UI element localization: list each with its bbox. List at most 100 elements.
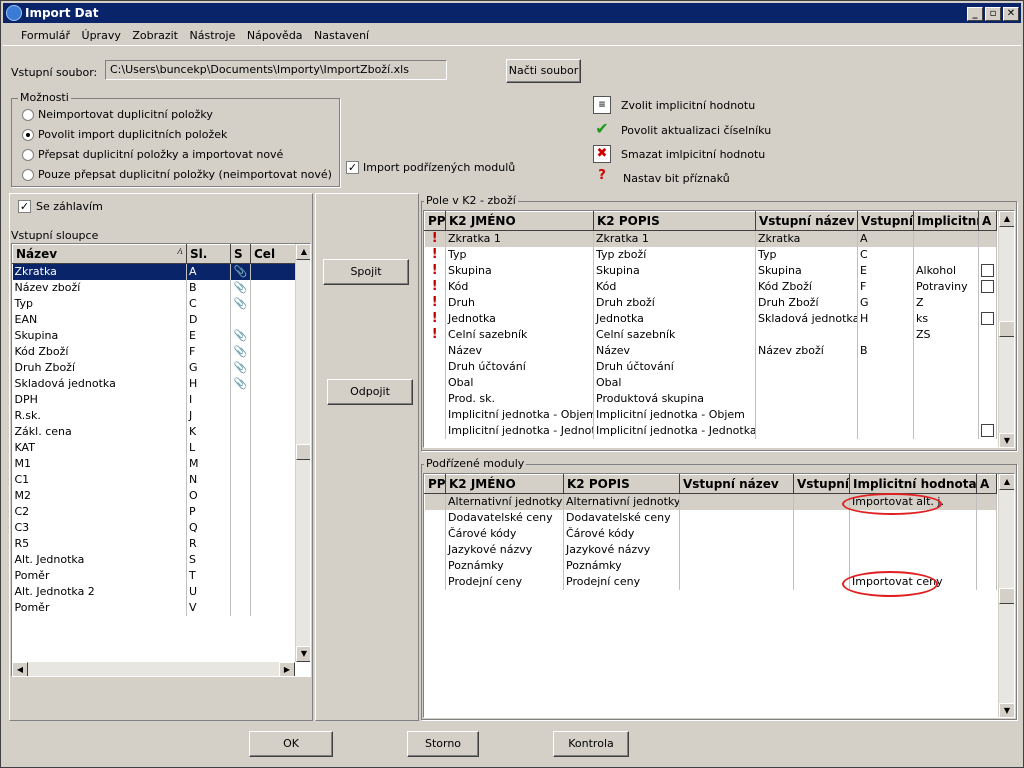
close-button[interactable]: ✕ — [1003, 7, 1019, 21]
table-row[interactable]: Obal Obal — [424, 374, 997, 391]
table-row[interactable]: C2 P — [12, 503, 297, 520]
input-columns-vscroll[interactable]: ▲ ▼ — [295, 244, 310, 662]
table-row[interactable]: Poměr V — [12, 599, 297, 616]
table-row[interactable]: KAT L — [12, 439, 297, 456]
table-row[interactable]: ! Zkratka 1 Zkratka 1 Zkratka A — [424, 230, 997, 247]
table-row[interactable]: ! Skupina Skupina Skupina E Alkohol — [424, 262, 997, 279]
table-row[interactable]: R.sk. J — [12, 407, 297, 424]
scroll-down-icon[interactable]: ▼ — [999, 433, 1014, 447]
col-header[interactable]: Implicitní — [913, 211, 979, 231]
file-path-field[interactable]: C:\Users\buncekp\Documents\Importy\Impor… — [105, 60, 447, 80]
option-label[interactable]: Povolit import duplicitních položek — [38, 128, 227, 141]
checkmark-icon[interactable]: ✔ — [593, 121, 611, 139]
menu-nastroje[interactable]: Nástroje — [186, 26, 240, 45]
option-label[interactable]: Přepsat duplicitní položky a importovat … — [38, 148, 283, 161]
cancel-button[interactable]: Storno — [407, 731, 479, 757]
import-submodules-checkbox[interactable]: ✓ — [346, 161, 359, 174]
set-default-label[interactable]: Zvolit implicitní hodnotu — [621, 99, 755, 112]
table-row[interactable]: Alt. Jednotka S — [12, 551, 297, 568]
col-header[interactable]: Vstupní — [857, 211, 914, 231]
table-row[interactable]: Zkratka A 📎 — [12, 263, 297, 280]
table-row[interactable]: R5 R — [12, 535, 297, 552]
table-row[interactable]: C1 N — [12, 471, 297, 488]
menu-upravy[interactable]: Úpravy — [78, 26, 125, 45]
option-label[interactable]: Pouze přepsat duplicitní položky (neimpo… — [38, 168, 332, 181]
red-x-icon[interactable]: ✖ — [593, 145, 611, 163]
table-row[interactable]: Jazykové názvy Jazykové názvy — [424, 541, 997, 558]
question-icon[interactable]: ? — [593, 168, 611, 186]
table-row[interactable]: ! Celní sazebník Celní sazebník ZS — [424, 326, 997, 343]
menu-nastaveni[interactable]: Nastavení — [310, 26, 373, 45]
flag-checkbox-box[interactable] — [981, 312, 994, 326]
scroll-right-icon[interactable]: ▶ — [279, 662, 295, 676]
table-row[interactable]: Poměr T — [12, 567, 297, 584]
col-header[interactable]: Vstupní název — [755, 211, 858, 231]
table-row[interactable]: Prod. sk. Produktová skupina — [424, 390, 997, 407]
table-row[interactable]: DPH I — [12, 391, 297, 408]
scroll-up-icon[interactable]: ▲ — [999, 211, 1014, 227]
col-header[interactable]: Vstupní — [793, 474, 850, 494]
menu-formular[interactable]: Formulář — [17, 26, 74, 45]
table-row[interactable]: Alt. Jednotka 2U — [12, 583, 297, 600]
table-row[interactable]: ! Typ Typ zboží Typ C — [424, 246, 997, 263]
k2-fields-vscroll[interactable]: ▲ ▼ — [998, 211, 1014, 447]
scroll-up-icon[interactable]: ▲ — [296, 244, 310, 260]
scroll-up-icon[interactable]: ▲ — [999, 474, 1014, 490]
option-radio[interactable] — [22, 149, 34, 161]
scroll-thumb[interactable] — [296, 444, 310, 460]
header-checkbox[interactable]: ✓ — [18, 200, 31, 213]
table-row[interactable]: ! Kód Kód Kód Zboží F Potraviny — [424, 278, 997, 295]
table-row[interactable]: Čárové kódy Čárové kódy — [424, 525, 997, 542]
set-flag-label[interactable]: Nastav bit příznaků — [623, 172, 730, 185]
table-row[interactable]: ! Jednotka Jednotka Skladová jednotka Hks — [424, 310, 997, 327]
scroll-down-icon[interactable]: ▼ — [296, 646, 310, 662]
col-header[interactable]: A — [976, 474, 997, 494]
table-row[interactable]: Implicitní jednotka - Jednot... Implicitn… — [424, 422, 997, 439]
delete-default-label[interactable]: Smazat imlpicitní hodnotu — [621, 148, 765, 161]
maximize-button[interactable]: ▫ — [985, 7, 1001, 21]
col-header[interactable]: Vstupní název — [679, 474, 794, 494]
table-row[interactable]: Skladová jednotka H 📎 — [12, 375, 297, 392]
table-row[interactable]: Zákl. cena K — [12, 423, 297, 440]
table-row[interactable]: Implicitní jednotka - Objem Implicitní je… — [424, 406, 997, 423]
col-header[interactable]: K2 JMÉNO — [445, 474, 564, 494]
table-row[interactable]: ! Druh Druh zboží Druh Zboží G Z — [424, 294, 997, 311]
col-header-cel[interactable]: Cel — [250, 244, 297, 264]
table-row[interactable]: Název Název Název zboží B — [424, 342, 997, 359]
col-header[interactable]: K2 POPIS — [563, 474, 680, 494]
table-row[interactable]: Typ C 📎 — [12, 295, 297, 312]
table-row[interactable]: Druh účtování Druh účtování — [424, 358, 997, 375]
table-row[interactable]: Druh Zboží G 📎 — [12, 359, 297, 376]
minimize-button[interactable]: _ — [967, 7, 983, 21]
col-header[interactable]: A — [978, 211, 997, 231]
scroll-left-icon[interactable]: ◀ — [12, 662, 28, 676]
menu-zobrazit[interactable]: Zobrazit — [128, 26, 182, 45]
col-header[interactable]: PP — [424, 474, 446, 494]
option-label[interactable]: Neimportovat duplicitní položky — [38, 108, 213, 121]
col-header[interactable]: K2 JMÉNO — [445, 211, 594, 231]
table-row[interactable]: C3 Q — [12, 519, 297, 536]
col-header-s[interactable]: S — [230, 244, 251, 264]
scroll-thumb[interactable] — [999, 588, 1014, 604]
load-file-button[interactable]: Načti soubor — [506, 59, 581, 83]
flag-checkbox-box[interactable] — [981, 424, 994, 438]
flag-checkbox-box[interactable] — [981, 264, 994, 278]
option-radio[interactable] — [22, 109, 34, 121]
check-button[interactable]: Kontrola — [553, 731, 629, 757]
flag-checkbox-box[interactable] — [981, 280, 994, 294]
menu-napoveda[interactable]: Nápověda — [243, 26, 307, 45]
document-icon[interactable]: ≡ — [593, 96, 611, 114]
col-header-col[interactable]: Sl. — [186, 244, 231, 264]
ok-button[interactable]: OK — [249, 731, 333, 757]
col-header-name[interactable]: Název ⁄₁ — [12, 244, 187, 264]
option-radio[interactable] — [22, 129, 34, 141]
scroll-thumb[interactable] — [999, 321, 1014, 337]
option-radio[interactable] — [22, 169, 34, 181]
table-row[interactable]: Poznámky Poznámky — [424, 557, 997, 574]
table-row[interactable]: EAN D — [12, 311, 297, 328]
join-button[interactable]: Spojit — [323, 259, 409, 285]
scroll-down-icon[interactable]: ▼ — [999, 703, 1014, 717]
table-row[interactable]: Název zboží B 📎 — [12, 279, 297, 296]
submodules-vscroll[interactable]: ▲ ▼ — [998, 474, 1014, 717]
table-row[interactable]: M1 M — [12, 455, 297, 472]
